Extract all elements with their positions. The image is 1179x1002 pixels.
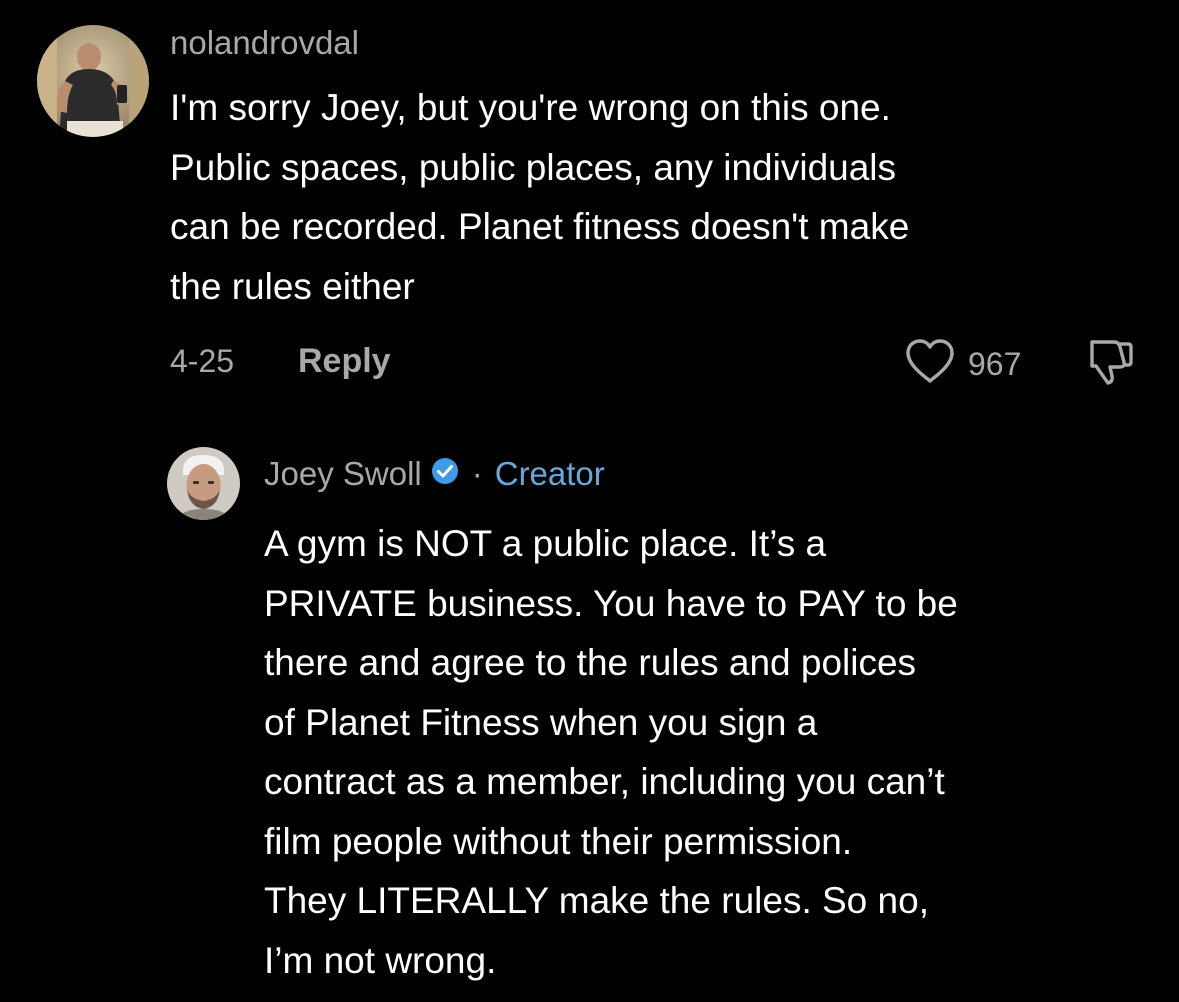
reply-button[interactable]: Reply [298,344,391,378]
creator-avatar[interactable] [167,447,240,520]
commenter-avatar[interactable] [37,25,149,137]
comment: nolandrovdal I'm sorry Joey, but you're … [0,0,1179,400]
separator-dot: · [471,455,483,492]
reply-text: A gym is NOT a public place. It’s a PRIV… [264,523,958,981]
comment-date: 4-25 [170,343,235,379]
creator-username[interactable]: Joey Swoll [264,457,422,490]
user-photo-icon [167,447,240,520]
dislike-icon[interactable] [1084,336,1134,393]
user-photo-icon [37,25,149,137]
commenter-username[interactable]: nolandrovdal [170,26,359,59]
verified-badge-icon [430,456,460,491]
reply-comment: Joey Swoll · Creator A gym is NOT a publ… [0,430,1179,1002]
heart-icon[interactable] [904,338,956,389]
creator-header: Joey Swoll · Creator [264,456,605,491]
comment-text: I'm sorry Joey, but you're wrong on this… [170,87,910,307]
like-group: 967 [904,338,1021,389]
creator-label: Creator [494,455,605,492]
like-count: 967 [968,345,1022,382]
